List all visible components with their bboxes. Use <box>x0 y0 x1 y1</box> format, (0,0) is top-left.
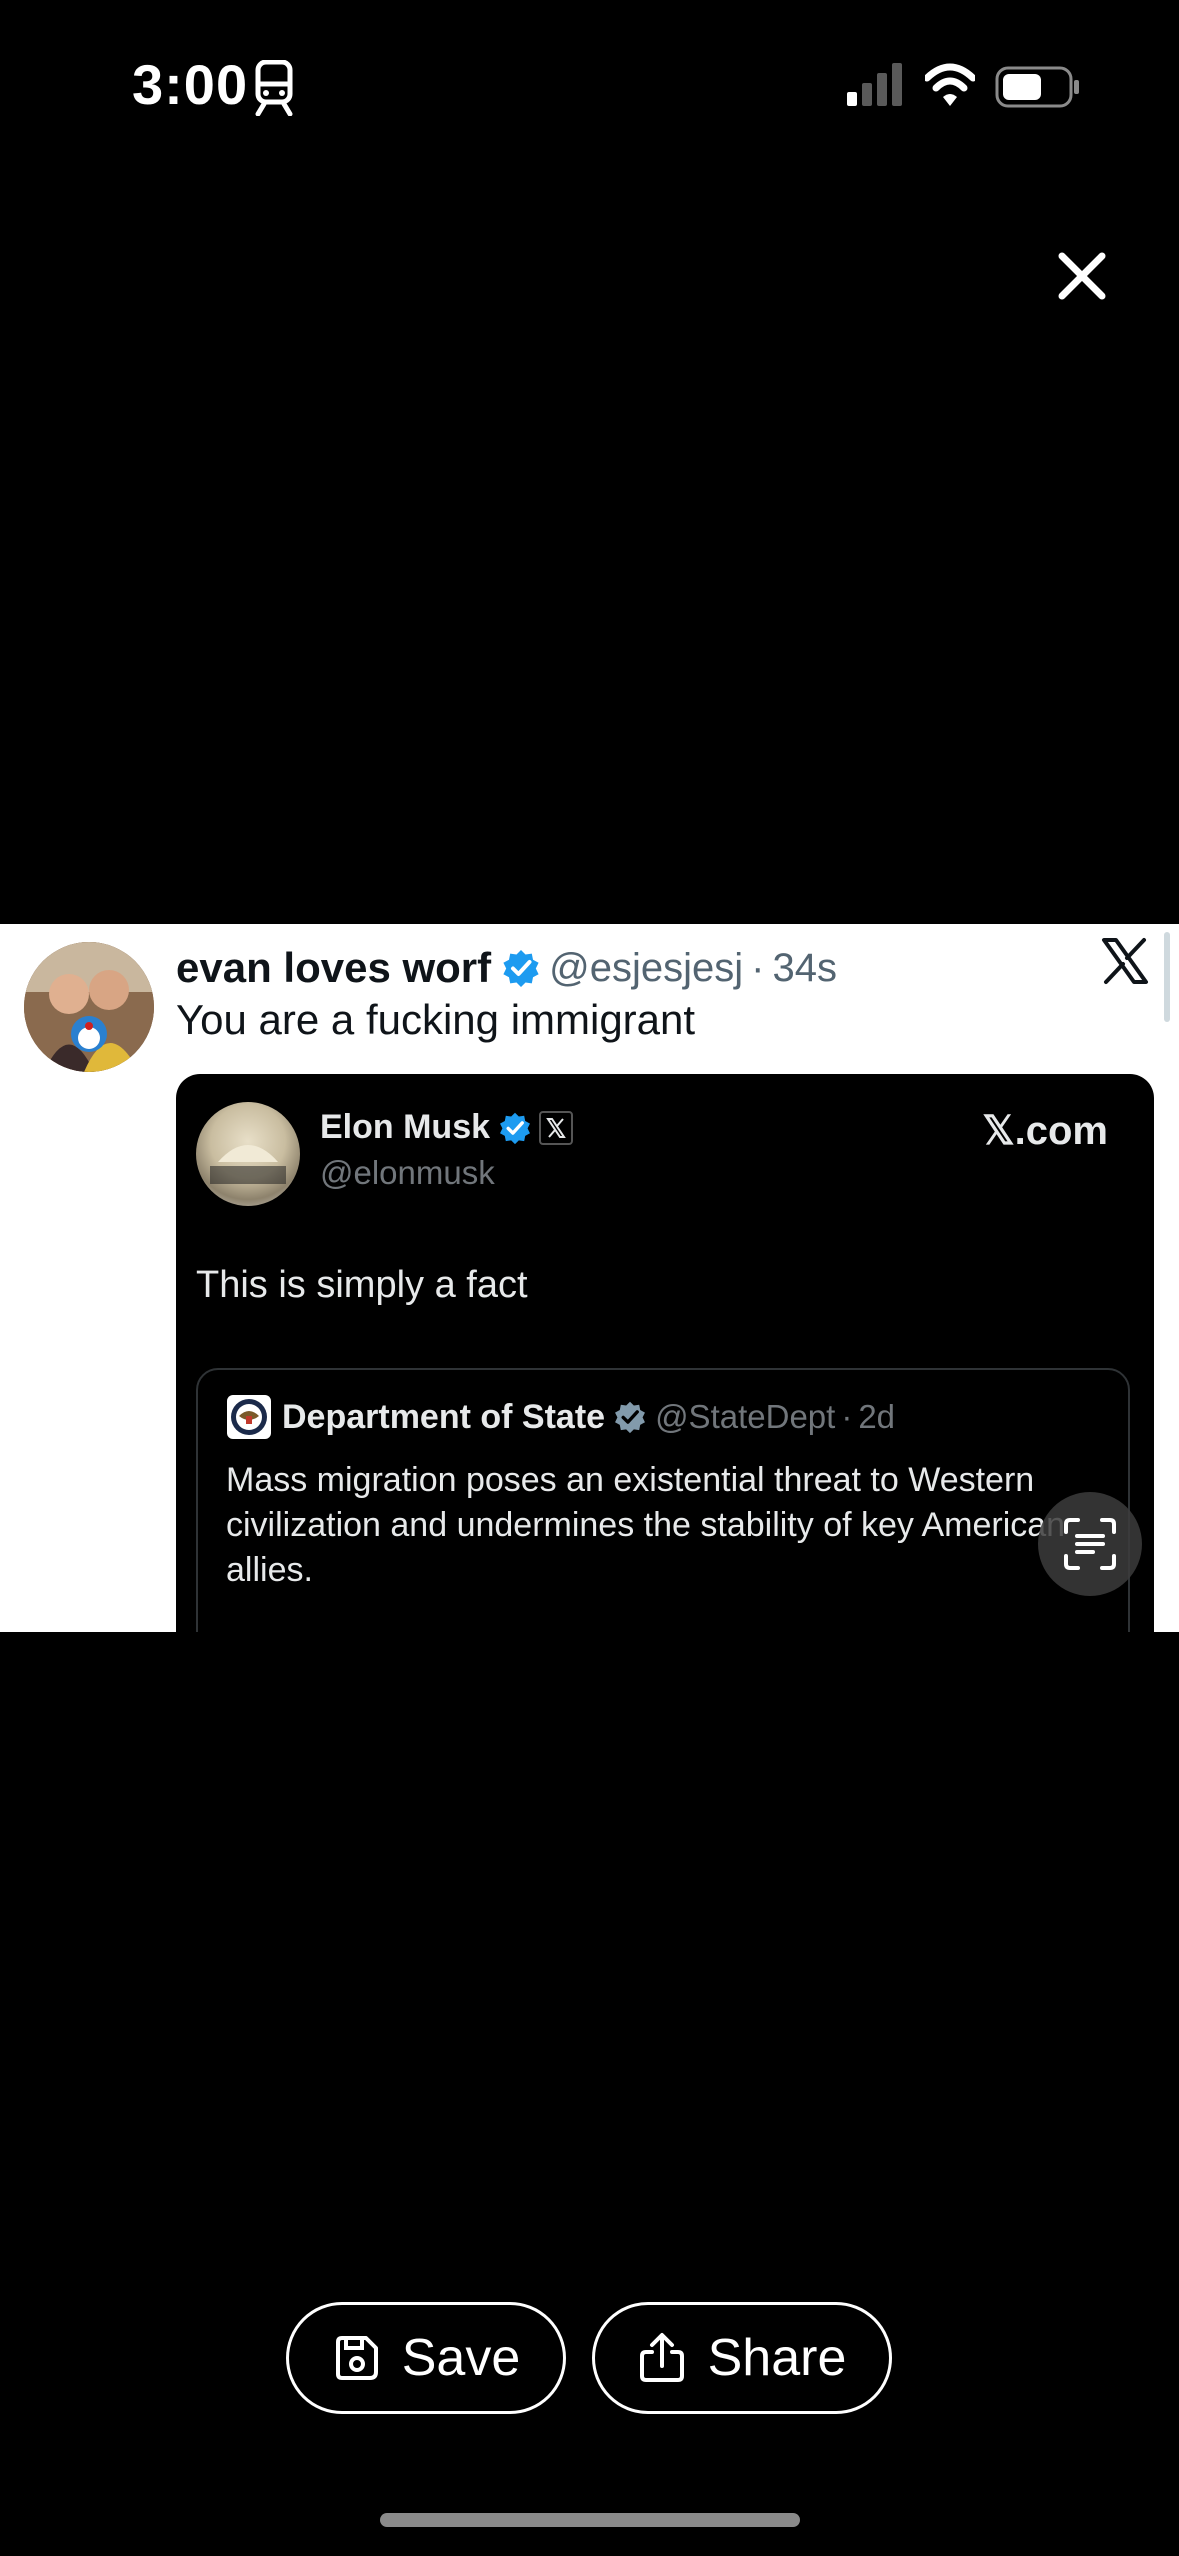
wifi-icon <box>925 63 975 106</box>
status-time: 3:00 <box>132 53 249 116</box>
x-logo-icon <box>1102 938 1148 984</box>
transit-icon <box>255 60 293 116</box>
quote-author-name: Department of State <box>282 1397 606 1436</box>
verified-badge-icon <box>503 950 539 987</box>
separator: · <box>841 1398 853 1435</box>
quote-header: Department of State @StateDept · 2d <box>226 1394 895 1440</box>
status-bar: 3:00 <box>0 0 1179 170</box>
x-affiliate-badge-icon <box>539 1110 574 1145</box>
home-indicator[interactable] <box>380 2513 800 2527</box>
embed-avatar-art <box>210 1145 286 1184</box>
embed-site-label: 𝕏.com <box>982 1109 1108 1153</box>
share-icon <box>639 2333 684 2382</box>
author-name: evan loves worf <box>176 944 492 991</box>
embed-name-row: Elon Musk <box>320 1108 574 1147</box>
tweet-screenshot: evan loves worf @esjesjesj · 34s You are… <box>0 924 1179 1632</box>
quote-author-handle: @StateDept <box>655 1398 836 1435</box>
tweet-text: You are a fucking immigrant <box>176 996 696 1043</box>
save-label: Save <box>401 2329 521 2387</box>
embed-avatar <box>196 1102 300 1206</box>
tweet-header: evan loves worf @esjesjesj · 34s <box>176 938 837 998</box>
live-text-icon <box>1064 1518 1116 1570</box>
avatar <box>24 942 154 1072</box>
live-text-button[interactable] <box>1038 1492 1142 1596</box>
image-viewer-screen: 3:00 evan loves worf @esjesjesj · 34s Yo… <box>0 0 1179 2556</box>
embed-author-handle: @elonmusk <box>320 1154 495 1191</box>
save-icon <box>335 2336 378 2380</box>
embed-author-name: Elon Musk <box>320 1108 491 1146</box>
author-handle: @esjesjesj <box>549 945 744 990</box>
verified-badge-icon <box>500 1112 530 1144</box>
save-button[interactable]: Save <box>286 2302 566 2414</box>
embedded-tweet-image: Elon Musk @elonmusk 𝕏.com This is simply… <box>176 1074 1154 1632</box>
share-button[interactable]: Share <box>592 2302 892 2414</box>
battery-icon <box>995 66 1079 108</box>
quote-text: Mass migration poses an existential thre… <box>226 1461 1066 1589</box>
scroll-indicator <box>1164 932 1170 1022</box>
embed-tweet-text: This is simply a fact <box>196 1264 528 1306</box>
quote-time: 2d <box>858 1398 896 1435</box>
tweet-time: 34s <box>772 945 837 990</box>
share-label: Share <box>707 2329 847 2387</box>
close-icon[interactable] <box>1052 246 1112 306</box>
state-seal-icon <box>227 1395 271 1439</box>
avatar-photo <box>24 942 154 1072</box>
signal-icon <box>847 63 902 106</box>
separator: · <box>751 945 765 990</box>
gray-verified-badge-icon <box>615 1401 646 1434</box>
quote-card: Department of State @StateDept · 2d Mass… <box>196 1368 1130 1632</box>
